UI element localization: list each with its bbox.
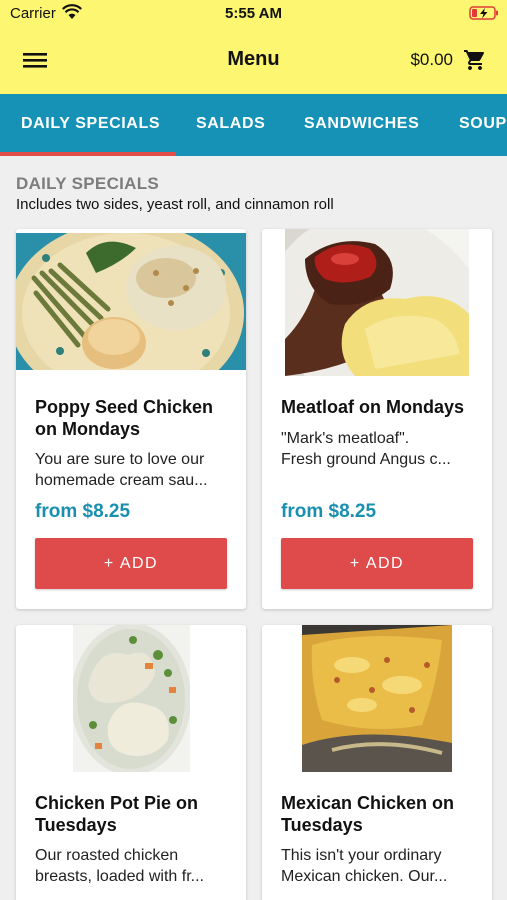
item-description-line: You are sure to love our: [35, 451, 205, 468]
chicken-pot-pie-photo: [73, 625, 190, 772]
item-name: Chicken Pot Pie on Tuesdays: [35, 792, 235, 836]
shopping-cart-icon: [464, 50, 485, 70]
menu-item-card[interactable]: Meatloaf on Mondays "Mark's meatloaf". F…: [262, 229, 492, 609]
item-description: You are sure to love our homemade cream …: [35, 449, 235, 491]
item-name: Mexican Chicken on Tuesdays: [281, 792, 481, 836]
status-time: 5:55 AM: [225, 5, 282, 22]
hamburger-menu-icon[interactable]: [20, 48, 50, 72]
status-bar: Carrier 5:55 AM: [0, 0, 507, 26]
item-name-line: Tuesdays: [281, 815, 363, 835]
section-title: DAILY SPECIALS: [16, 174, 160, 193]
item-name-line: Chicken Pot Pie on: [35, 793, 199, 813]
item-description-line: "Mark's meatloaf".: [281, 430, 410, 447]
item-description: "Mark's meatloaf". Fresh ground Angus c.…: [281, 428, 481, 470]
item-name-line: Mexican Chicken on: [281, 793, 455, 813]
section-subtitle: Includes two sides, yeast roll, and cinn…: [16, 196, 334, 213]
item-description-line: Fresh ground Angus c...: [281, 451, 451, 468]
tab-soup[interactable]: SOUP: [459, 115, 507, 133]
meatloaf-photo: [285, 229, 469, 376]
item-name-line: Tuesdays: [35, 815, 117, 835]
item-description-line: Our roasted chicken: [35, 847, 179, 864]
item-description: This isn't your ordinary Mexican chicken…: [281, 845, 481, 887]
item-description-line: homemade cream sau...: [35, 472, 208, 489]
cart-total: $0.00: [410, 50, 453, 69]
item-name-line: Meatloaf on Mondays: [281, 397, 465, 417]
item-description-line: This isn't your ordinary: [281, 847, 442, 864]
item-description-line: Mexican chicken. Our...: [281, 868, 448, 885]
menu-item-card[interactable]: Mexican Chicken on Tuesdays This isn't y…: [262, 625, 492, 900]
tab-sandwiches[interactable]: SANDWICHES: [304, 115, 419, 133]
tab-salads[interactable]: SALADS: [196, 115, 265, 133]
add-to-cart-button[interactable]: + ADD: [281, 538, 473, 589]
active-tab-indicator: [0, 152, 176, 156]
battery-icon: [469, 6, 498, 20]
app-bar: Menu $0.00: [0, 26, 507, 94]
item-name-line: Poppy Seed Chicken: [35, 397, 214, 417]
item-description: Our roasted chicken breasts, loaded with…: [35, 845, 235, 887]
category-tabs: DAILY SPECIALS SALADS SANDWICHES SOUP: [0, 94, 507, 156]
tab-daily-specials[interactable]: DAILY SPECIALS: [21, 115, 160, 133]
item-name: Meatloaf on Mondays: [281, 396, 481, 418]
menu-item-card[interactable]: Chicken Pot Pie on Tuesdays Our roasted …: [16, 625, 246, 900]
item-name-line: on Mondays: [35, 419, 141, 439]
item-price: from $8.25: [35, 501, 131, 522]
item-description-line: breasts, loaded with fr...: [35, 868, 204, 885]
cart-button[interactable]: $0.00: [410, 44, 487, 76]
poppy-seed-chicken-photo: [16, 233, 246, 370]
mexican-chicken-photo: [302, 625, 452, 772]
item-price: from $8.25: [281, 501, 377, 522]
add-to-cart-button[interactable]: + ADD: [35, 538, 227, 589]
item-name: Poppy Seed Chicken on Mondays: [35, 396, 235, 440]
menu-item-card[interactable]: Poppy Seed Chicken on Mondays You are su…: [16, 229, 246, 609]
